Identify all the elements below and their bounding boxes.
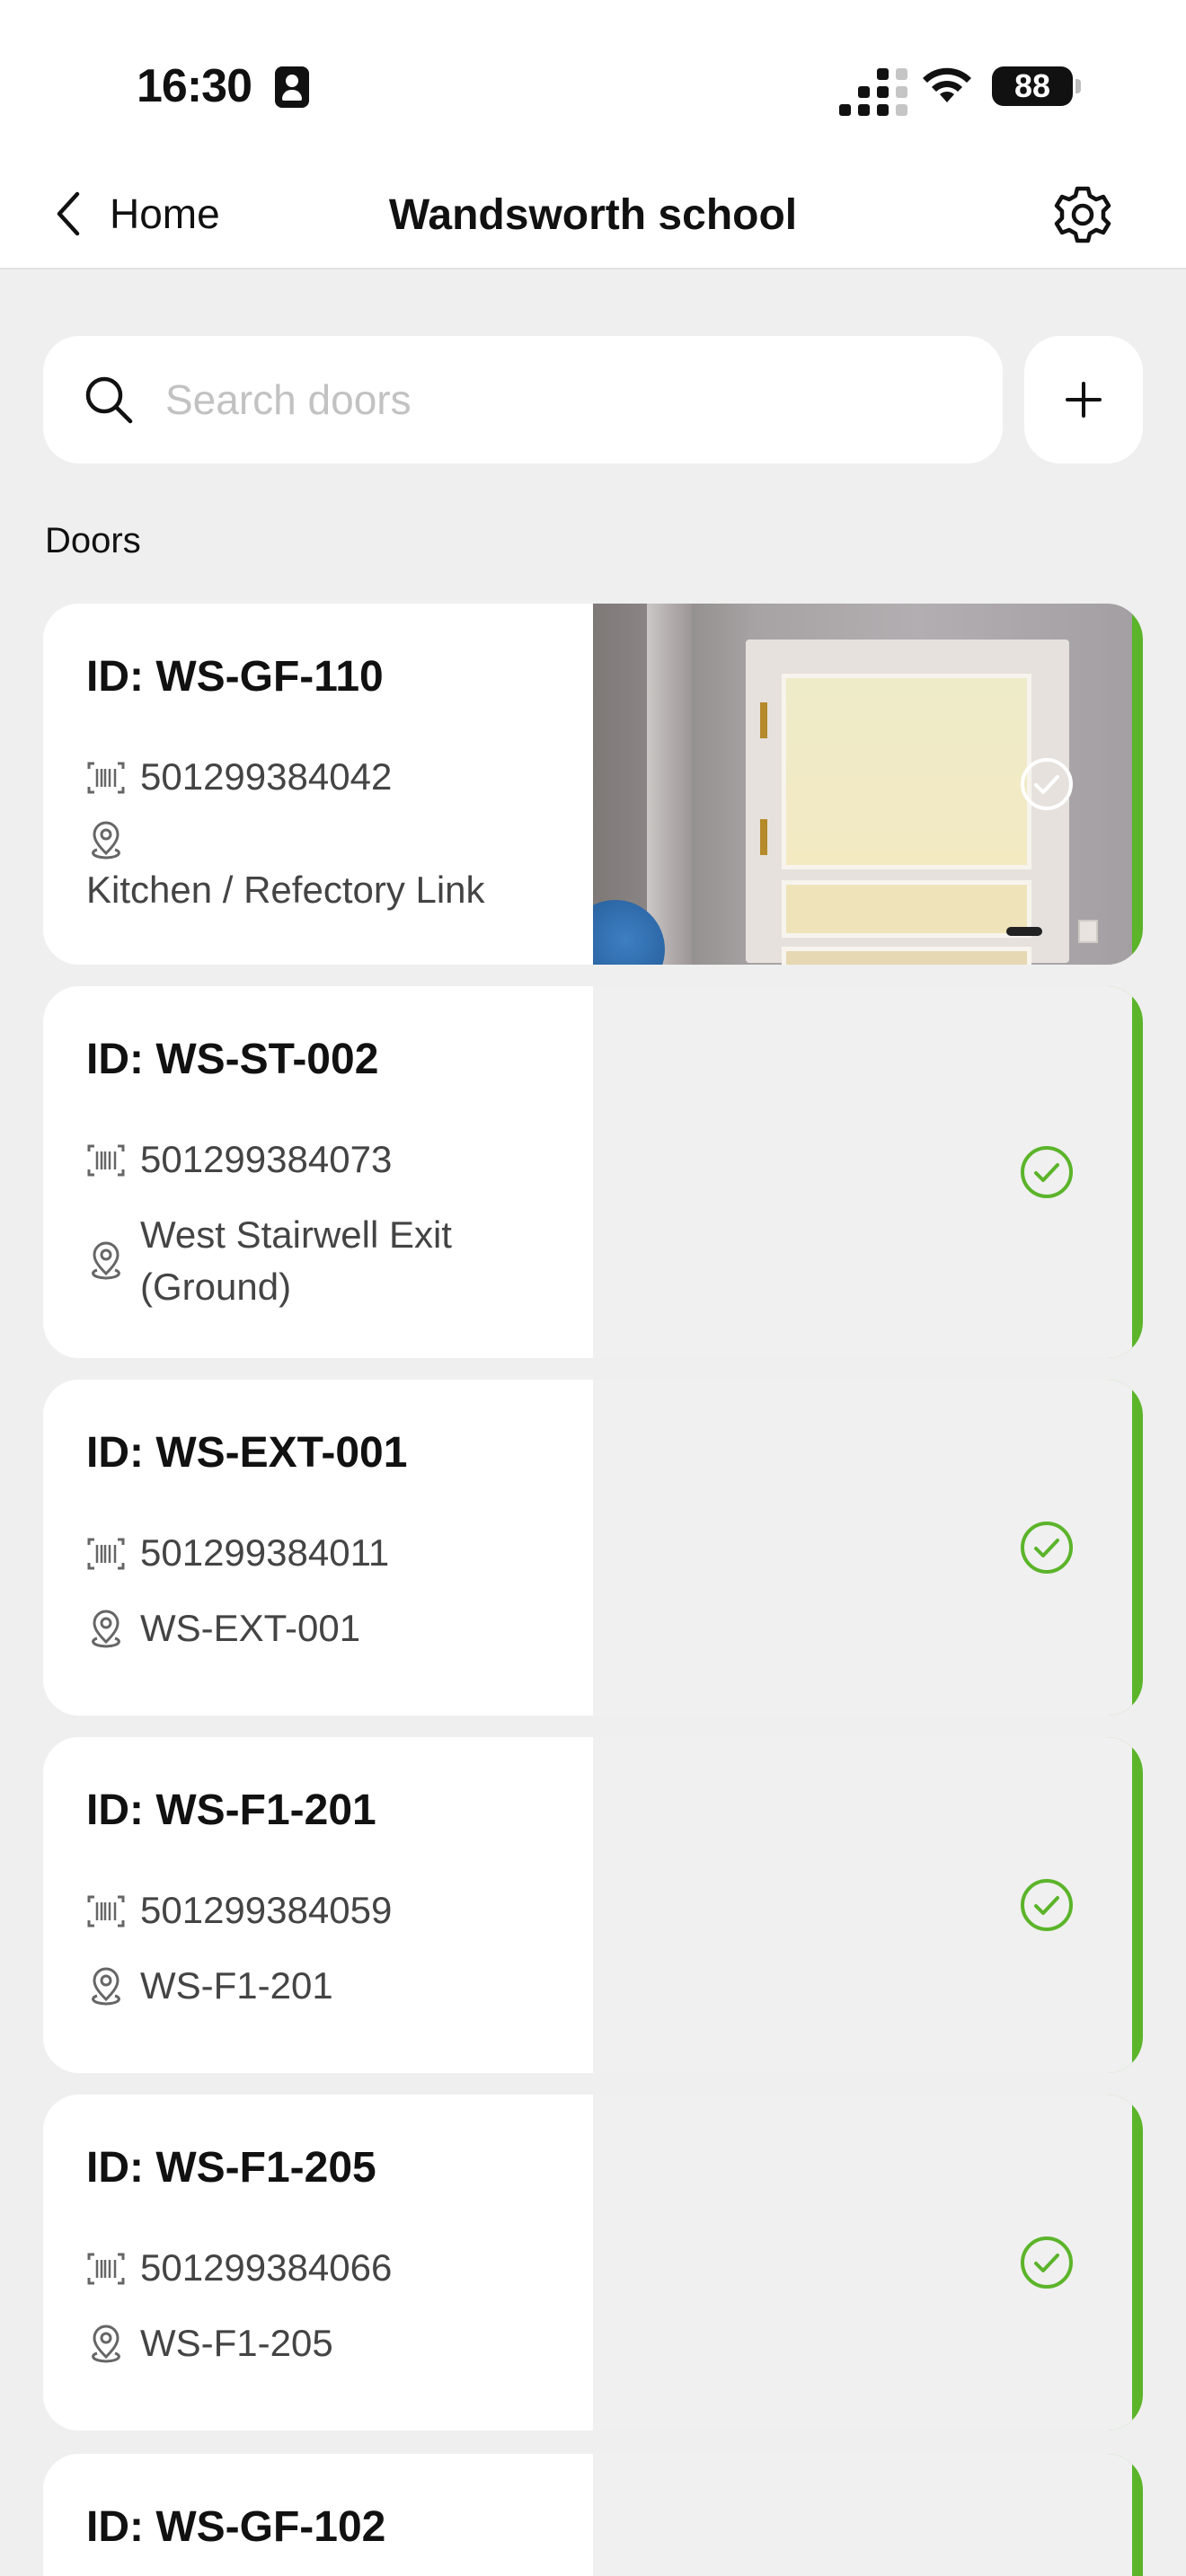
door-id: ID: WS-GF-102 — [86, 2503, 386, 2551]
check-circle-icon — [1021, 2236, 1073, 2289]
door-card[interactable]: ID: WS-F1-201 501299384059 WS-F1-201 — [43, 1737, 1143, 2073]
barcode-icon — [87, 1895, 125, 1928]
door-photo-placeholder — [593, 2454, 1132, 2576]
check-circle-icon — [1021, 1146, 1073, 1198]
barcode-number: 501299384042 — [140, 755, 393, 798]
barcode-icon — [87, 2253, 125, 2285]
door-photo-placeholder — [593, 1737, 1132, 2073]
barcode-number: 501299384073 — [140, 1138, 393, 1180]
gear-icon[interactable] — [1051, 183, 1114, 246]
barcode-icon — [87, 1144, 125, 1177]
location-text: WS-F1-205 — [140, 2322, 333, 2364]
door-id: ID: WS-F1-201 — [86, 1786, 376, 1834]
location-text: WS-F1-201 — [140, 1964, 333, 2007]
door-card[interactable]: ID: WS-F1-205 501299384066 WS-F1-205 — [43, 2095, 1143, 2430]
location-row: Kitchen / Refectory Link — [86, 821, 485, 916]
barcode-number: 501299384011 — [140, 1531, 390, 1574]
add-door-button[interactable] — [1024, 336, 1143, 463]
door-photo — [593, 604, 1132, 965]
back-button[interactable]: Home — [50, 181, 284, 246]
search-icon — [85, 376, 133, 424]
location-text: Kitchen / Refectory Link — [86, 869, 485, 911]
check-circle-icon — [1021, 1522, 1073, 1574]
check-circle-icon — [1021, 758, 1073, 810]
location-pin-icon — [92, 1610, 120, 1648]
plus-icon — [1066, 382, 1102, 418]
barcode-number: 501299384066 — [140, 2246, 393, 2289]
door-info: ID: WS-GF-110 501299384042 Kitchen / Ref… — [43, 604, 593, 965]
location-row: West Stairwell Exit (Ground) — [86, 1209, 553, 1313]
location-text: WS-EXT-001 — [140, 1607, 361, 1649]
door-id: ID: WS-F1-205 — [86, 2144, 376, 2192]
back-button-label: Home — [110, 190, 220, 237]
door-info: ID: WS-F1-205 501299384066 WS-F1-205 — [43, 2095, 593, 2430]
door-card[interactable]: ID: WS-GF-110 501299384042 Kitchen / Ref… — [43, 604, 1143, 965]
door-info: ID: WS-GF-102 — [43, 2454, 593, 2576]
location-row: WS-F1-205 — [86, 2317, 333, 2369]
wifi-icon — [923, 67, 971, 102]
door-id: ID: WS-EXT-001 — [86, 1429, 408, 1477]
page-title: Wandsworth school — [388, 191, 798, 239]
location-pin-icon — [92, 1967, 120, 2006]
door-photo-placeholder — [593, 986, 1132, 1358]
cellular-signal-icon — [839, 68, 907, 116]
navigation-bar: Home Wandsworth school — [0, 162, 1186, 269]
chevron-left-icon — [57, 191, 80, 236]
barcode-number: 501299384059 — [140, 1889, 393, 1931]
barcode-icon — [87, 1538, 125, 1570]
location-pin-icon — [92, 2325, 120, 2363]
status-bar: 16:30 88 — [0, 0, 1186, 162]
location-text: West Stairwell Exit (Ground) — [140, 1213, 452, 1308]
section-header: Doors — [45, 521, 141, 560]
check-circle-icon — [1021, 1879, 1073, 1931]
barcode-row: 501299384073 — [86, 1134, 392, 1186]
door-photo-placeholder — [593, 1380, 1132, 1716]
battery-icon: 88 — [992, 66, 1081, 106]
door-id: ID: WS-ST-002 — [86, 1036, 379, 1083]
barcode-icon — [87, 762, 125, 794]
door-info: ID: WS-EXT-001 501299384011 WS-EXT-001 — [43, 1380, 593, 1716]
barcode-row: 501299384042 — [86, 751, 392, 803]
barcode-row: 501299384066 — [86, 2242, 392, 2294]
door-info: ID: WS-F1-201 501299384059 WS-F1-201 — [43, 1737, 593, 2073]
door-card[interactable]: ID: WS-GF-102 — [43, 2454, 1143, 2576]
door-card[interactable]: ID: WS-ST-002 501299384073 West Stairwel… — [43, 986, 1143, 1358]
location-pin-icon — [92, 1241, 120, 1280]
door-id: ID: WS-GF-110 — [86, 653, 384, 701]
status-time: 16:30 — [137, 60, 252, 112]
door-info: ID: WS-ST-002 501299384073 West Stairwel… — [43, 986, 593, 1358]
location-pin-icon — [92, 821, 120, 860]
location-row: WS-EXT-001 — [86, 1602, 360, 1654]
search-input[interactable] — [165, 366, 956, 433]
location-row: WS-F1-201 — [86, 1960, 333, 2012]
contact-card-icon — [275, 66, 309, 108]
door-card[interactable]: ID: WS-EXT-001 501299384011 WS-EXT-001 — [43, 1380, 1143, 1716]
search-bar — [43, 336, 1003, 463]
door-photo-placeholder — [593, 2095, 1132, 2430]
barcode-row: 501299384059 — [86, 1884, 392, 1936]
barcode-row: 501299384011 — [86, 1527, 389, 1579]
